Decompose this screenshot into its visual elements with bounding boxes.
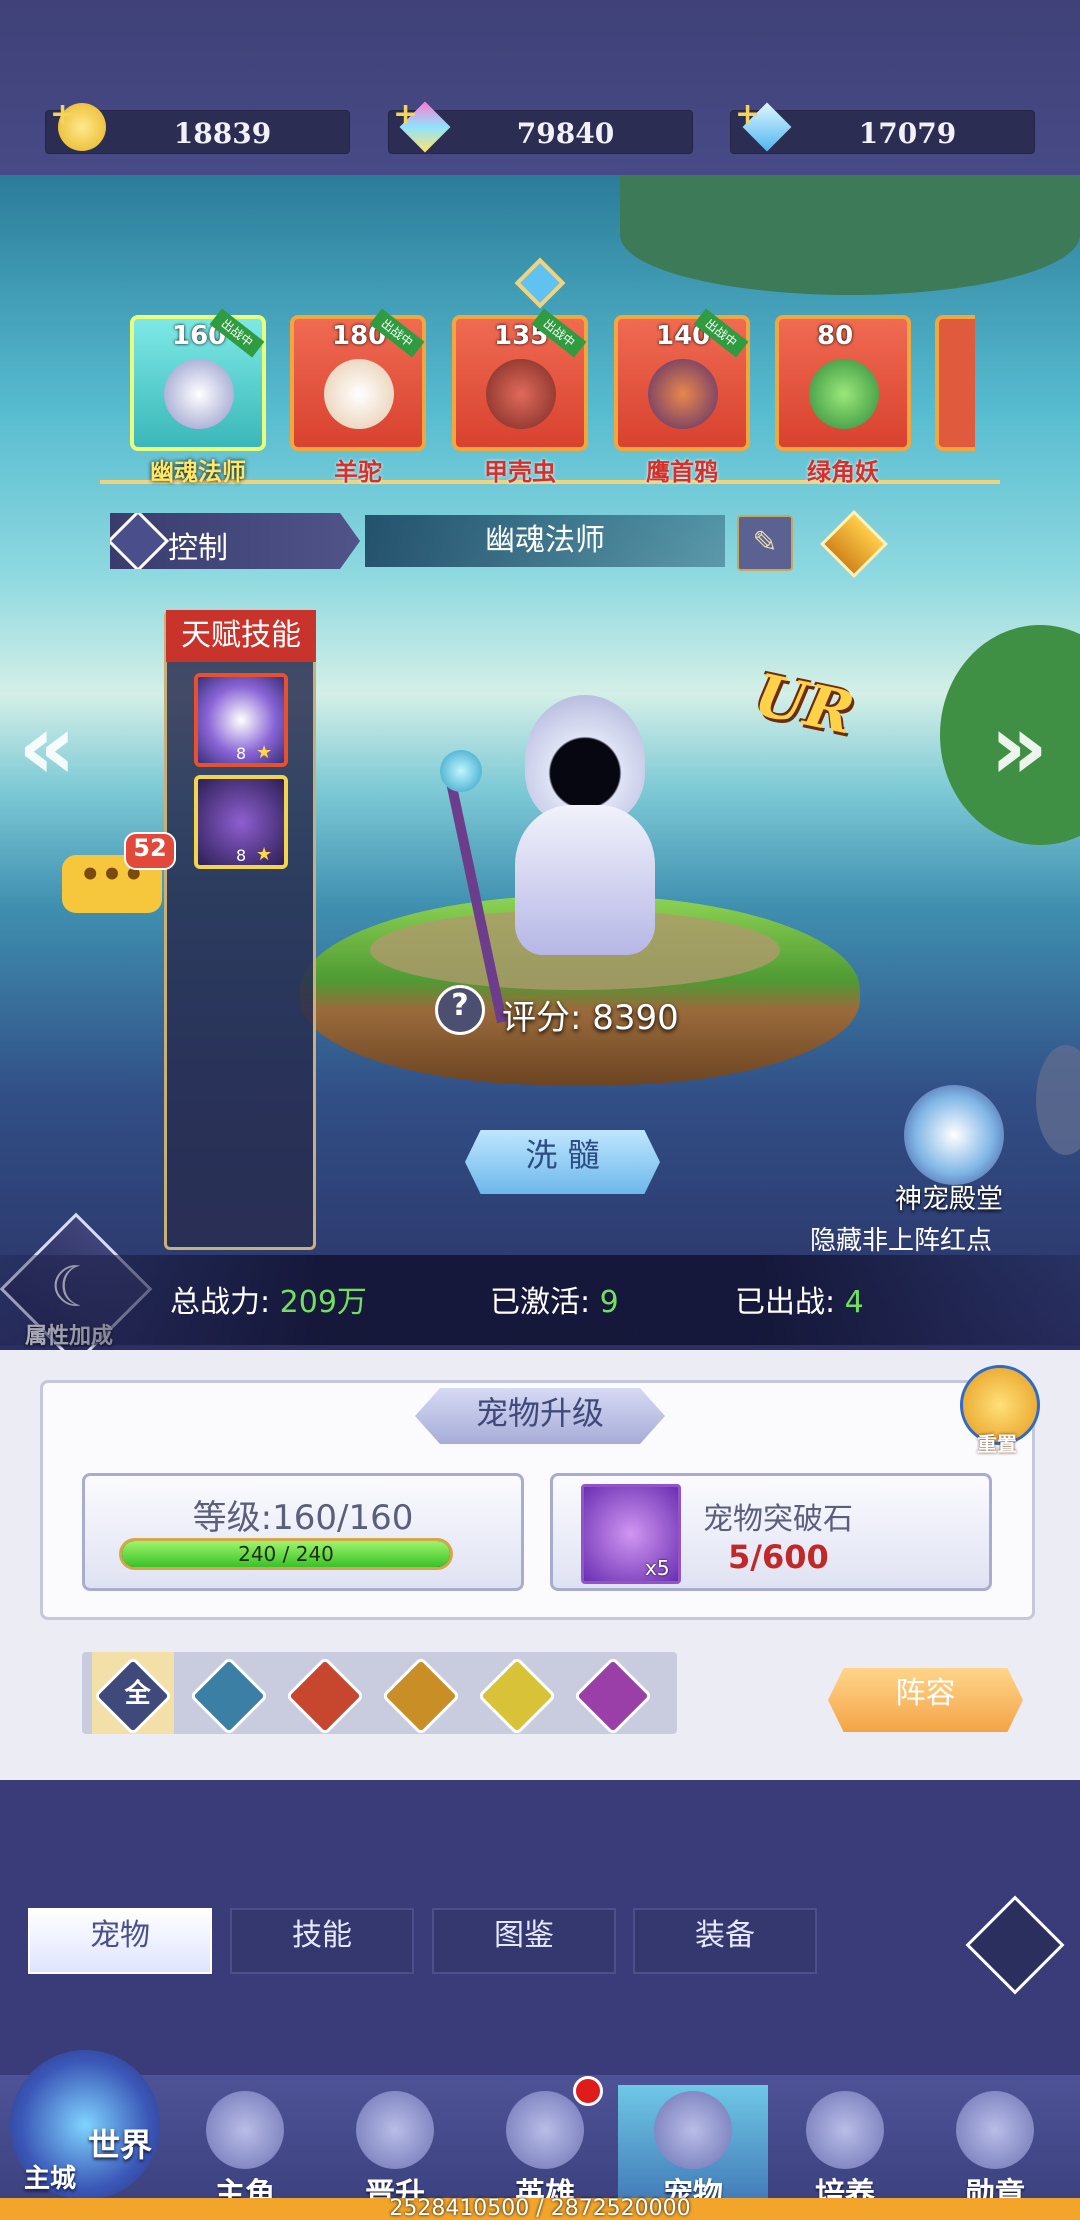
talent-skill-slot[interactable]: 8 ★ xyxy=(194,775,288,869)
currency-bar: + 18839 + 79840 + 17079 xyxy=(0,0,1080,175)
diamond-counter[interactable]: + 17079 xyxy=(730,97,1035,154)
plus-icon[interactable]: + xyxy=(393,97,418,132)
hide-red-dot-toggle[interactable]: 隐藏非上阵红点 xyxy=(810,1220,992,1257)
pet-robe xyxy=(515,805,655,955)
score-text: 评分: 8390 xyxy=(502,998,679,1038)
roster-card[interactable]: 135 出战中 甲壳虫 xyxy=(452,308,588,486)
pet-name: 幽魂法师 xyxy=(485,523,605,558)
plus-icon[interactable]: + xyxy=(50,97,75,132)
pet-name-bar: 幽魂法师 xyxy=(365,515,725,567)
beast-head-icon xyxy=(654,2091,732,2169)
wash-button[interactable]: 洗 髓 xyxy=(465,1130,660,1194)
activated-count: 已激活: 9 xyxy=(490,1285,619,1320)
footer-numbers: 2528410500 / 2872520000 xyxy=(389,2196,691,2220)
star-icon: ★ xyxy=(256,742,273,763)
alpaca-portrait xyxy=(324,359,394,429)
tree-top xyxy=(620,175,1080,295)
roster-crest-icon xyxy=(514,257,566,309)
ghost-mage-portrait xyxy=(164,359,234,429)
wings-icon xyxy=(356,2091,434,2169)
tab-codex[interactable]: 图鉴 xyxy=(432,1908,616,1974)
roster-card[interactable]: 140 出战中 鹰首鸦 xyxy=(614,308,750,486)
notification-dot xyxy=(573,2076,603,2106)
stone-name: 宠物突破石 xyxy=(703,1502,853,1537)
pet-character[interactable] xyxy=(505,695,665,965)
gem-counter[interactable]: + 79840 xyxy=(388,97,693,154)
roster-card[interactable]: 160 出战中 幽魂法师 xyxy=(130,308,266,486)
star-icon: ★ xyxy=(256,844,273,865)
helmet-icon xyxy=(506,2091,584,2169)
type-badge: 控制 xyxy=(110,513,360,569)
level-box: 等级:160/160 240 / 240 xyxy=(82,1473,524,1591)
lineup-button[interactable]: 阵容 xyxy=(828,1668,1023,1732)
side-scroll-icon[interactable] xyxy=(1036,1045,1080,1155)
staff-orb xyxy=(440,750,482,792)
rarity-label: UR xyxy=(749,660,860,748)
temple-icon[interactable] xyxy=(904,1085,1004,1185)
tab-skill[interactable]: 技能 xyxy=(230,1908,414,1974)
exp-progress-bar: 240 / 240 xyxy=(119,1538,453,1570)
rank-badge-icon[interactable] xyxy=(820,510,888,578)
control-type-icon xyxy=(110,513,170,569)
upgrade-title-banner: 宠物升级 xyxy=(415,1388,665,1444)
talent-title: 天赋技能 xyxy=(166,610,316,662)
crow-portrait xyxy=(648,359,718,429)
prev-pet-arrow-icon[interactable]: « xyxy=(18,695,76,800)
gold-counter[interactable]: + 18839 xyxy=(45,97,350,154)
medal-icon xyxy=(956,2091,1034,2169)
diamond-emblem-icon xyxy=(806,2091,884,2169)
breakthrough-stone-box[interactable]: x5 宠物突破石 5/600 xyxy=(550,1473,992,1591)
reset-label: 重置 xyxy=(977,1432,1017,1456)
deployed-count: 已出战: 4 xyxy=(735,1285,864,1320)
roster-card-partial[interactable] xyxy=(935,315,975,451)
tab-pet[interactable]: 宠物 xyxy=(28,1908,212,1974)
beetle-portrait xyxy=(486,359,556,429)
score-value: 8390 xyxy=(592,998,679,1038)
roster-card[interactable]: 80 绿角妖 xyxy=(775,315,911,486)
score-help-icon[interactable]: ? xyxy=(435,985,485,1035)
chat-badge: 52 xyxy=(124,832,176,870)
talent-skill-slot[interactable]: 8 ★ xyxy=(194,673,288,767)
rename-button[interactable]: ✎ xyxy=(737,515,793,571)
pet-scene: 160 出战中 幽魂法师 180 出战中 羊驼 135 出战中 甲壳虫 140 … xyxy=(0,175,1080,1355)
level-text: 等级:160/160 xyxy=(192,1498,414,1538)
stone-count: 5/600 xyxy=(728,1538,829,1576)
eye-menu-icon[interactable] xyxy=(965,1895,1065,1995)
next-pet-arrow-icon[interactable]: » xyxy=(990,695,1048,800)
stats-bar: 总战力: 209万 已激活: 9 已出战: 4 xyxy=(0,1255,1080,1345)
world-button[interactable]: 世界 主城 xyxy=(10,2050,160,2200)
tab-equipment[interactable]: 装备 xyxy=(633,1908,817,1974)
roster-card[interactable]: 180 出战中 羊驼 xyxy=(290,308,426,486)
hero-portrait-icon xyxy=(206,2091,284,2169)
total-power: 总战力: 209万 xyxy=(170,1285,367,1320)
temple-label: 神宠殿堂 xyxy=(895,1184,1003,1215)
plus-icon[interactable]: + xyxy=(735,97,760,132)
goblin-portrait xyxy=(809,359,879,429)
